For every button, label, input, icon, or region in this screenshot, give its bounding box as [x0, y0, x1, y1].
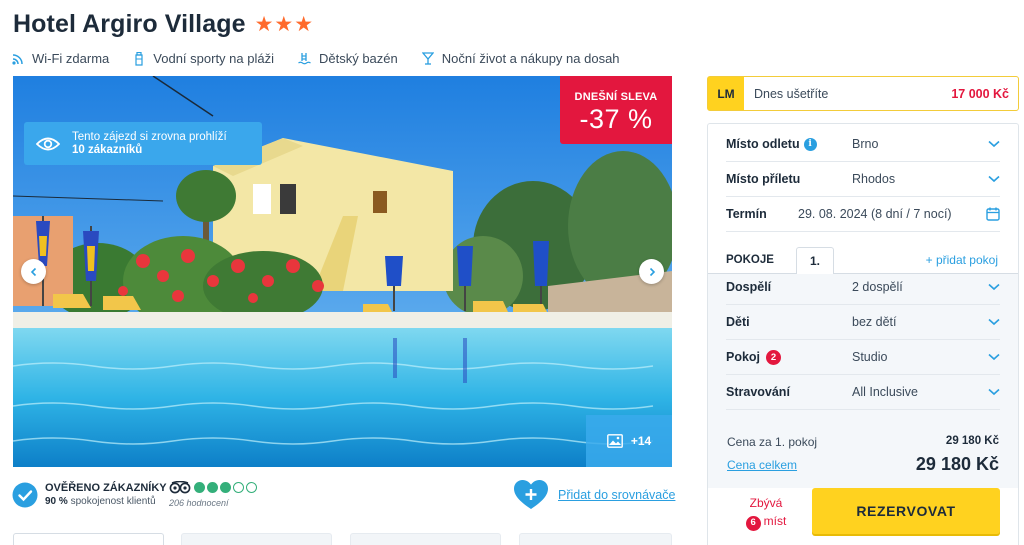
price-per-room-label: Cena za 1. pokoj	[727, 435, 818, 449]
children-value: bez dětí	[852, 315, 897, 329]
amenity-label: Dětský bazén	[318, 51, 398, 66]
info-icon[interactable]: i	[803, 137, 817, 151]
room-type-select[interactable]: Pokoj 2 Studio	[726, 340, 1000, 375]
verified-title: OVĚŘENO ZÁKAZNÍKY	[45, 482, 167, 494]
check-circle-icon	[12, 482, 38, 508]
wifi-icon	[12, 53, 23, 65]
savings-box: LM Dnes ušetříte 17 000 Kč	[707, 76, 1019, 111]
departure-label: Místo odletu	[726, 137, 800, 151]
chevron-down-icon	[988, 140, 1000, 148]
savings-label: Dnes ušetříte	[754, 86, 829, 101]
more-photos-button[interactable]: +14	[586, 415, 672, 467]
photo-count: +14	[630, 434, 652, 448]
adults-select[interactable]: Dospělí 2 dospělí	[726, 270, 1000, 305]
star-rating: ★★★	[254, 13, 315, 36]
savings-value: 17 000 Kč	[951, 86, 1009, 101]
total-price-value: 29 180 Kč	[915, 454, 999, 474]
gallery-prev-button[interactable]	[21, 259, 46, 284]
lastminute-tag: LM	[708, 77, 744, 110]
rating-bubble	[246, 482, 257, 493]
term-label: Termín	[726, 207, 767, 221]
room-value: Studio	[852, 350, 888, 364]
amenity-nightlife: Noční život a nákupy na dosah	[421, 51, 620, 66]
term-value: 29. 08. 2024 (8 dní / 7 nocí)	[798, 207, 952, 221]
eye-icon	[36, 137, 60, 150]
compare-link[interactable]: Přidat do srovnávače	[558, 488, 675, 502]
content-tab[interactable]	[181, 533, 332, 545]
price-summary: Cena za 1. pokoj 29 180 Kč Cena celkem 2…	[708, 423, 1018, 488]
image-icon	[606, 434, 623, 448]
price-per-room-value: 29 180 Kč	[945, 435, 999, 447]
departure-select[interactable]: Místo odletu i Brno	[726, 127, 1000, 162]
remaining-unit: míst	[763, 514, 787, 528]
arrival-select[interactable]: Místo příletu Rhodos	[726, 162, 1000, 197]
rooms-label: POKOJE	[726, 254, 774, 266]
chevron-down-icon	[988, 318, 1000, 326]
viewers-count: 10 zákazníků	[72, 143, 143, 156]
gallery-next-button[interactable]	[639, 259, 664, 284]
cocktail-icon	[421, 52, 434, 65]
room-count-badge: 2	[766, 349, 782, 365]
amenity-water-sports: Vodní sporty na pláži	[133, 51, 274, 66]
board-value: All Inclusive	[852, 385, 918, 399]
remaining-label: Zbývá	[749, 496, 783, 510]
discount-label: DNEŠNÍ SLEVA	[574, 91, 658, 103]
arrival-value: Rhodos	[852, 172, 896, 186]
rating-bubble	[220, 482, 231, 493]
board-select[interactable]: Stravování All Inclusive	[726, 375, 1000, 410]
tripadvisor-rating[interactable]: 206 hodnocení	[169, 481, 259, 508]
chevron-down-icon	[988, 175, 1000, 183]
chevron-left-icon	[30, 267, 36, 276]
reserve-button[interactable]: REZERVOVAT	[812, 488, 1000, 534]
hotel-title: Hotel Argiro Village ★★★	[13, 10, 314, 39]
adults-label: Dospělí	[726, 280, 772, 294]
rating-bubble	[207, 482, 218, 493]
photo-gallery[interactable]: Tento zájezd si zrovna prohlíží 10 zákaz…	[13, 76, 672, 467]
room-label: Pokoj	[726, 350, 761, 364]
discount-badge: DNEŠNÍ SLEVA -37 %	[560, 76, 672, 144]
heart-plus-icon	[514, 480, 548, 509]
chevron-down-icon	[988, 283, 1000, 291]
add-to-compare[interactable]: Přidat do srovnávače	[514, 480, 675, 510]
pool-ladder-icon	[298, 53, 311, 65]
amenities-list: Wi-Fi zdarma Vodní sporty na pláži Dětsk…	[12, 51, 644, 66]
verified-text: spokojenost klientů	[70, 496, 156, 507]
chevron-down-icon	[988, 353, 1000, 361]
amenity-label: Vodní sporty na pláži	[153, 51, 274, 66]
review-count: 206 hodnocení	[169, 498, 229, 508]
amenity-label: Wi-Fi zdarma	[32, 51, 110, 66]
bottle-icon	[135, 51, 143, 66]
remaining-count: 6	[745, 515, 761, 531]
chevron-down-icon	[988, 388, 1000, 396]
discount-value: -37 %	[579, 104, 653, 134]
tripadvisor-owl-icon	[169, 481, 191, 494]
rating-bubbles	[194, 482, 259, 493]
rating-bubble	[194, 482, 205, 493]
term-select[interactable]: Termín 29. 08. 2024 (8 dní / 7 nocí)	[726, 197, 1000, 232]
board-label: Stravování	[726, 385, 790, 399]
calendar-icon	[986, 207, 1000, 221]
verified-badge: OVĚŘENO ZÁKAZNÍKY 90 % spokojenost klien…	[12, 481, 167, 509]
amenity-label: Noční život a nákupy na dosah	[441, 51, 620, 66]
verified-percent: 90 %	[45, 496, 68, 507]
departure-value: Brno	[852, 137, 879, 151]
total-price-link[interactable]: Cena celkem	[727, 458, 797, 472]
amenity-wifi: Wi-Fi zdarma	[12, 51, 109, 66]
content-tab[interactable]	[13, 533, 164, 545]
children-select[interactable]: Děti bez dětí	[726, 305, 1000, 340]
amenity-kids-pool: Dětský bazén	[298, 51, 398, 66]
booking-form: Místo odletu i Brno Místo příletu Rhodos …	[707, 123, 1019, 545]
adults-value: 2 dospělí	[852, 280, 903, 294]
chevron-right-icon	[649, 267, 655, 276]
hotel-name: Hotel Argiro Village	[13, 10, 246, 38]
viewers-text: Tento zájezd si zrovna prohlíží	[72, 130, 227, 143]
remaining-seats: Zbývá 6 míst	[726, 489, 806, 534]
rating-bubble	[233, 482, 244, 493]
add-room-link[interactable]: + přidat pokoj	[926, 253, 998, 267]
content-tab[interactable]	[519, 533, 672, 545]
arrival-label: Místo příletu	[726, 172, 801, 186]
children-label: Děti	[726, 315, 750, 329]
content-tab[interactable]	[350, 533, 501, 545]
viewers-badge: Tento zájezd si zrovna prohlíží 10 zákaz…	[24, 122, 262, 165]
